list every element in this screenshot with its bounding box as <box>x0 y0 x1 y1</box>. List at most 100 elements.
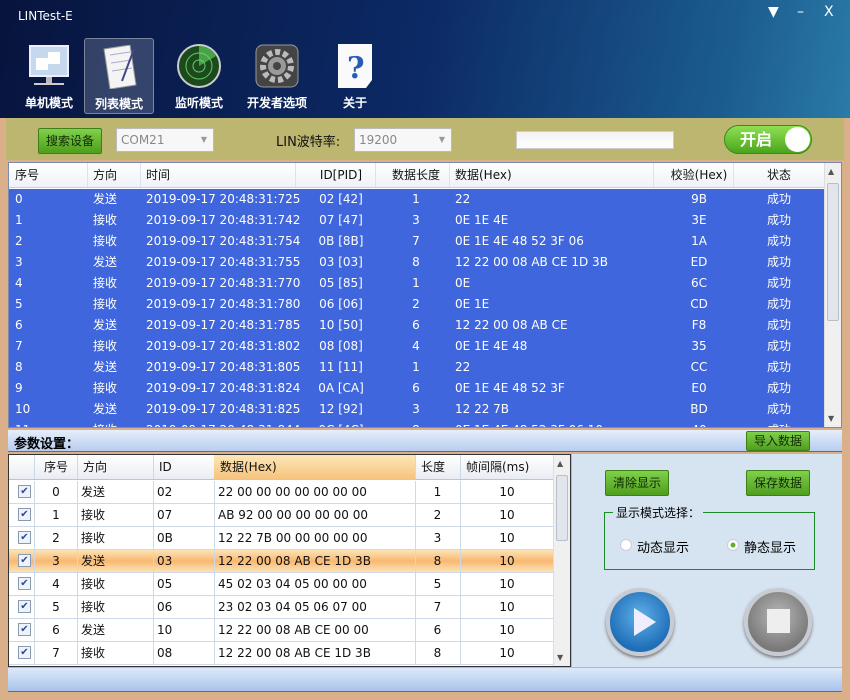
cell[interactable]: 7 <box>35 642 77 664</box>
cell[interactable]: 07 <box>153 504 214 526</box>
column-header[interactable]: 数据长度 <box>381 163 451 188</box>
scrollbar[interactable]: ▲ ▼ <box>553 455 570 666</box>
table-row[interactable]: ✔ 7 接收 08 12 22 00 08 AB CE 1D 3B 8 10 <box>9 642 555 665</box>
scroll-up-icon[interactable]: ▲ <box>557 459 563 468</box>
table-row[interactable]: ✔ 6 发送 10 12 22 00 08 AB CE 00 00 6 10 <box>9 619 555 642</box>
row-checkbox[interactable]: ✔ <box>18 577 31 590</box>
row-checkbox[interactable]: ✔ <box>18 600 31 613</box>
table-row[interactable]: 6 发送 2019-09-17 20:48:31:785 10 [50] 6 12 22 … <box>9 315 825 336</box>
save-data-button[interactable]: 保存数据 <box>746 470 810 496</box>
table-row[interactable]: 11 接收 2019-09-17 20:48:31:8440C [4C]8 0E 1E… <box>9 420 825 427</box>
toolbar-help-button[interactable]: ? 关于 <box>320 38 390 114</box>
column-header[interactable]: 数据(Hex) <box>214 455 415 480</box>
cell[interactable]: 发送 <box>77 550 153 572</box>
radio-static[interactable] <box>727 539 739 551</box>
cell[interactable]: 6 <box>415 619 460 641</box>
scroll-down-icon[interactable]: ▼ <box>557 653 563 662</box>
table-row[interactable]: ✔ 2 接收 0B 12 22 7B 00 00 00 00 00 3 10 <box>9 527 555 550</box>
table-row[interactable]: ✔ 0 发送 02 22 00 00 00 00 00 00 00 1 10 <box>9 481 555 504</box>
table-row[interactable]: ✔ 3 发送 03 12 22 00 08 AB CE 1D 3B 8 10 <box>9 550 555 573</box>
cell[interactable]: 10 <box>460 573 554 595</box>
cell[interactable]: 0B <box>153 527 214 549</box>
cell[interactable]: 10 <box>153 619 214 641</box>
cell[interactable]: 接收 <box>77 573 153 595</box>
cell[interactable]: 6 <box>35 619 77 641</box>
column-header[interactable]: ID[PID] <box>301 163 381 188</box>
cell[interactable]: 接收 <box>77 596 153 618</box>
row-checkbox[interactable]: ✔ <box>18 646 31 659</box>
cell[interactable]: 10 <box>460 596 554 618</box>
minimize-button[interactable]: – <box>797 4 804 20</box>
cell[interactable]: 1 <box>35 504 77 526</box>
close-button[interactable]: X <box>824 4 834 20</box>
cell[interactable]: 10 <box>460 619 554 641</box>
toolbar-notepad-button[interactable]: 列表模式 <box>84 38 154 114</box>
cell[interactable]: 3 <box>35 550 77 572</box>
column-header[interactable]: 时间 <box>146 163 170 188</box>
cell[interactable]: 接收 <box>77 642 153 664</box>
cell[interactable]: 12 22 00 08 AB CE 00 00 <box>214 619 415 641</box>
column-header[interactable]: 校验(Hex) <box>659 163 739 188</box>
cell[interactable]: 12 22 7B 00 00 00 00 00 <box>214 527 415 549</box>
radio-dynamic-label[interactable]: 动态显示 <box>637 537 689 556</box>
toolbar-monitor-button[interactable]: 单机模式 <box>14 38 84 114</box>
column-header[interactable]: 帧间隔(ms) <box>460 455 554 480</box>
cell[interactable]: 发送 <box>77 619 153 641</box>
cell[interactable]: 发送 <box>77 481 153 503</box>
cell[interactable]: 2 <box>35 527 77 549</box>
cell[interactable]: 02 <box>153 481 214 503</box>
clear-display-button[interactable]: 清除显示 <box>605 470 669 496</box>
cell[interactable]: 5 <box>35 596 77 618</box>
cell[interactable]: 10 <box>460 481 554 503</box>
cell[interactable]: 10 <box>460 550 554 572</box>
open-toggle[interactable]: 开启 <box>724 125 812 154</box>
scroll-thumb[interactable] <box>827 183 839 321</box>
row-checkbox[interactable]: ✔ <box>18 554 31 567</box>
table-row[interactable]: ✔ 4 接收 05 45 02 03 04 05 00 00 00 5 10 <box>9 573 555 596</box>
table-row[interactable]: 0 发送 2019-09-17 20:48:31:725 02 [42] 1 22 9B 成功 <box>9 189 825 210</box>
radio-static-label[interactable]: 静态显示 <box>744 537 796 556</box>
cell[interactable]: 23 02 03 04 05 06 07 00 <box>214 596 415 618</box>
row-checkbox[interactable]: ✔ <box>18 508 31 521</box>
cell[interactable]: 5 <box>415 573 460 595</box>
table-row[interactable]: 2 接收 2019-09-17 20:48:31:754 0B [8B] 7 0E 1E … <box>9 231 825 252</box>
row-checkbox[interactable]: ✔ <box>18 485 31 498</box>
cell[interactable]: 12 22 00 08 AB CE 1D 3B <box>214 550 415 572</box>
scroll-thumb[interactable] <box>556 475 568 541</box>
toolbar-gear-button[interactable]: 开发者选项 <box>242 38 312 114</box>
cell[interactable]: 10 <box>460 642 554 664</box>
column-header[interactable]: 序号 <box>35 455 77 480</box>
table-row[interactable]: 9 接收 2019-09-17 20:48:31:824 0A [CA] 6 0E 1E … <box>9 378 825 399</box>
column-header[interactable]: 方向 <box>77 455 153 480</box>
table-row[interactable]: 5 接收 2019-09-17 20:48:31:780 06 [06] 2 0E 1E C… <box>9 294 825 315</box>
com-port-select[interactable]: COM21 ▼ <box>116 128 214 152</box>
cell[interactable]: 03 <box>153 550 214 572</box>
table-row[interactable]: 1 接收 2019-09-17 20:48:31:742 07 [47] 3 0E 1E … <box>9 210 825 231</box>
cell[interactable]: 4 <box>35 573 77 595</box>
table-row[interactable]: 8 发送 2019-09-17 20:48:31:805 11 [11] 1 22 CC 成功 <box>9 357 825 378</box>
cell[interactable]: 05 <box>153 573 214 595</box>
scroll-down-icon[interactable]: ▼ <box>828 414 834 423</box>
cell[interactable]: 10 <box>460 527 554 549</box>
cell[interactable]: 2 <box>415 504 460 526</box>
column-header[interactable]: ID <box>153 455 214 480</box>
search-device-button[interactable]: 搜索设备 <box>38 128 102 154</box>
table-row[interactable]: ✔ 5 接收 06 23 02 03 04 05 06 07 00 7 10 <box>9 596 555 619</box>
cell[interactable]: AB 92 00 00 00 00 00 00 <box>214 504 415 526</box>
cell[interactable]: 45 02 03 04 05 00 00 00 <box>214 573 415 595</box>
cell[interactable]: 08 <box>153 642 214 664</box>
cell[interactable]: 12 22 00 08 AB CE 1D 3B <box>214 642 415 664</box>
radio-dynamic[interactable] <box>620 539 632 551</box>
cell[interactable]: 8 <box>415 642 460 664</box>
cell[interactable]: 接收 <box>77 504 153 526</box>
table-row[interactable]: 10 发送 2019-09-17 20:48:31:825 12 [92] 3 12 22… <box>9 399 825 420</box>
cell[interactable]: 10 <box>460 504 554 526</box>
stop-button[interactable] <box>744 588 812 656</box>
row-checkbox[interactable]: ✔ <box>18 531 31 544</box>
toolbar-radar-button[interactable]: 监听模式 <box>164 38 234 114</box>
cell[interactable]: 接收 <box>77 527 153 549</box>
cell[interactable]: 1 <box>415 481 460 503</box>
table-row[interactable]: ✔ 1 接收 07 AB 92 00 00 00 00 00 00 2 10 <box>9 504 555 527</box>
column-header[interactable]: 方向 <box>93 163 117 188</box>
import-data-button[interactable]: 导入数据 <box>746 431 810 451</box>
